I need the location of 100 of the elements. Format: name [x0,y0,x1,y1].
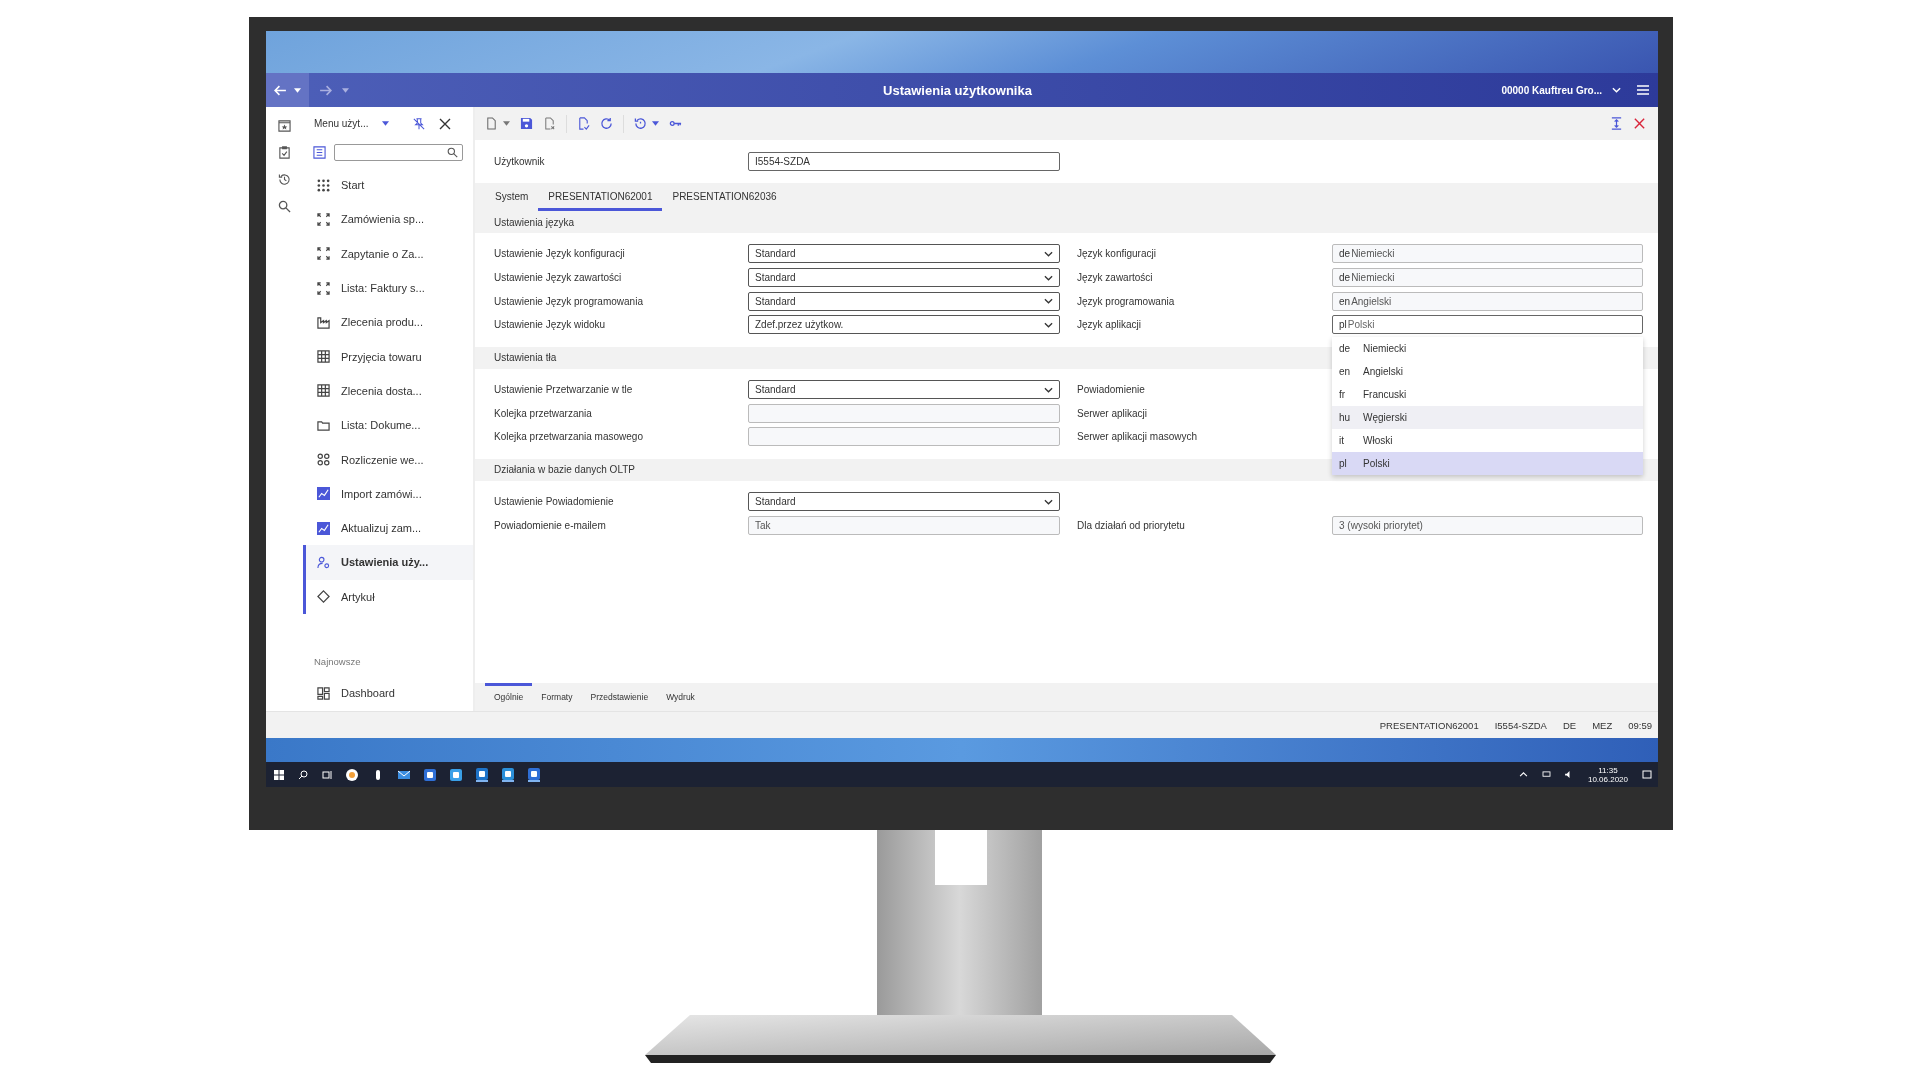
menu-icon[interactable] [1637,85,1649,95]
factory-icon [317,315,330,329]
dropdown-option[interactable]: de Niemiecki [1332,337,1643,360]
section-title: Ustawienia języka [494,216,575,228]
app-icon[interactable] [346,768,358,781]
sidebar-item[interactable]: Zapytanie o Za... [303,236,473,271]
caret-icon [294,87,301,93]
clock[interactable]: 11:35 10.06.2020 [1587,765,1628,784]
app-icon[interactable] [424,768,436,781]
unpin-icon[interactable] [413,117,425,130]
tab[interactable]: PRESENTATION62036 [662,183,787,211]
search-icon[interactable] [298,769,308,780]
app-icon[interactable] [398,768,410,781]
search-field[interactable] [334,143,463,161]
user-gear-icon [317,555,330,569]
field-label: Powiadomienie [1077,384,1146,396]
expand-height-icon[interactable] [1610,117,1623,130]
dropdown-field[interactable]: Standard [748,380,1060,400]
star-card-icon[interactable] [278,119,291,132]
dropdown-option[interactable]: pl Polski [1332,452,1643,475]
app-icon[interactable] [502,767,514,782]
diamond-icon [317,590,330,604]
document-x-icon[interactable] [543,117,556,130]
field-label: Język zawartości [1077,272,1154,284]
sidebar-item[interactable]: Lista: Faktury s... [303,270,473,306]
app-icon[interactable] [450,768,462,781]
search-icon[interactable] [278,200,291,213]
field-label: Serwer aplikacji masowych [1077,431,1199,443]
back-arrow-icon [274,83,287,97]
field-label: Powiadomienie e-mailem [494,519,607,531]
chevron-down-icon [1044,321,1053,328]
new-document-icon[interactable] [485,117,498,130]
sidebar-item[interactable]: Dashboard [303,675,473,711]
sidebar-item[interactable]: Zlecenia produ... [303,305,473,340]
app-icon[interactable] [476,767,488,782]
dropdown-option[interactable]: it Włoski [1332,429,1643,452]
window-title: Ustawienia użytkownika [882,82,1033,98]
sidebar-title: Menu użyt... [314,118,370,129]
history-icon[interactable] [634,117,647,130]
input-field[interactable]: 3 (wysoki priorytet) [1332,515,1643,535]
caret-icon[interactable] [342,87,349,93]
list-icon[interactable] [313,145,326,159]
dropdown-option[interactable]: en Angielski [1332,360,1643,383]
sidebar-item[interactable]: Zamówienia sp... [303,202,473,237]
save-icon[interactable] [520,117,533,130]
dropdown-field[interactable]: Standard [748,268,1060,288]
caret-icon[interactable] [382,121,389,126]
tab[interactable]: Formaty [532,683,582,711]
history-icon[interactable] [278,173,291,186]
document-check-icon[interactable] [577,117,590,130]
dropdown-field[interactable]: Standard [748,492,1060,512]
task-view-icon[interactable] [322,769,332,780]
sidebar-item[interactable]: Lista: Dokume... [303,408,473,443]
input-field[interactable]: enAngielski [1332,291,1643,311]
app-icon[interactable] [528,767,540,782]
chevron-down-icon [1044,498,1053,505]
sidebar-item[interactable]: Zlecenia dosta... [303,373,473,409]
dropdown-field[interactable]: Zdef.przez użytkow. [748,315,1060,335]
dropdown-field[interactable]: Standard [748,244,1060,264]
back-button[interactable] [266,73,309,107]
input-field[interactable]: Tak [748,515,1060,535]
dropdown-option[interactable]: hu Węgierski [1332,406,1643,429]
input-field[interactable]: plPolski [1332,315,1643,335]
forward-arrow-icon[interactable] [319,83,332,97]
sidebar-item[interactable]: Start [303,168,473,203]
tab[interactable]: Przedstawienie [581,683,658,711]
dropdown-field[interactable]: Standard [748,291,1060,311]
status-text: PRESENTATION62001 [1379,719,1479,731]
tab[interactable]: Wydruk [657,683,704,711]
sidebar-item[interactable]: Artykuł [303,579,473,614]
table-icon [317,350,330,364]
status-text: 09:59 [1628,719,1652,731]
company-selector[interactable]: 00000 Kauftreu Gro... [1501,84,1621,96]
sidebar-item[interactable]: Ustawienia uży... [303,545,473,580]
caret-icon[interactable] [652,121,659,126]
clipboard-check-icon[interactable] [278,146,291,159]
sidebar-item[interactable]: Import zamówi... [303,476,473,511]
sidebar-item[interactable]: Rozliczenie we... [303,442,473,477]
start-icon[interactable] [274,769,284,780]
input-field[interactable]: I5554-SZDA [748,152,1060,171]
field-label: Serwer aplikacji [1077,407,1149,419]
sidebar-item[interactable]: Aktualizuj zam... [303,510,473,546]
field-label: Użytkownik [494,156,546,167]
input-field[interactable] [748,427,1060,447]
close-icon[interactable] [439,117,451,130]
caret-icon[interactable] [503,121,510,126]
input-field[interactable] [748,403,1060,423]
tab[interactable]: System [485,183,539,211]
input-field[interactable]: deNiemiecki [1332,268,1643,288]
chevron-down-icon [1044,386,1053,393]
sidebar-item[interactable]: Przyjęcia towaru [303,339,473,374]
section-title: Działania w bazie danych OLTP [494,464,635,476]
caret-up-icon[interactable] [1518,771,1528,778]
dropdown-option[interactable]: fr Francuski [1332,383,1643,406]
table-icon [317,384,330,398]
input-field[interactable]: deNiemiecki [1332,244,1643,264]
refresh-icon[interactable] [600,117,613,130]
field-label: Język konfiguracji [1077,248,1157,260]
chart-icon [317,521,330,535]
field-label: Dla działań od priorytetu [1077,519,1186,531]
